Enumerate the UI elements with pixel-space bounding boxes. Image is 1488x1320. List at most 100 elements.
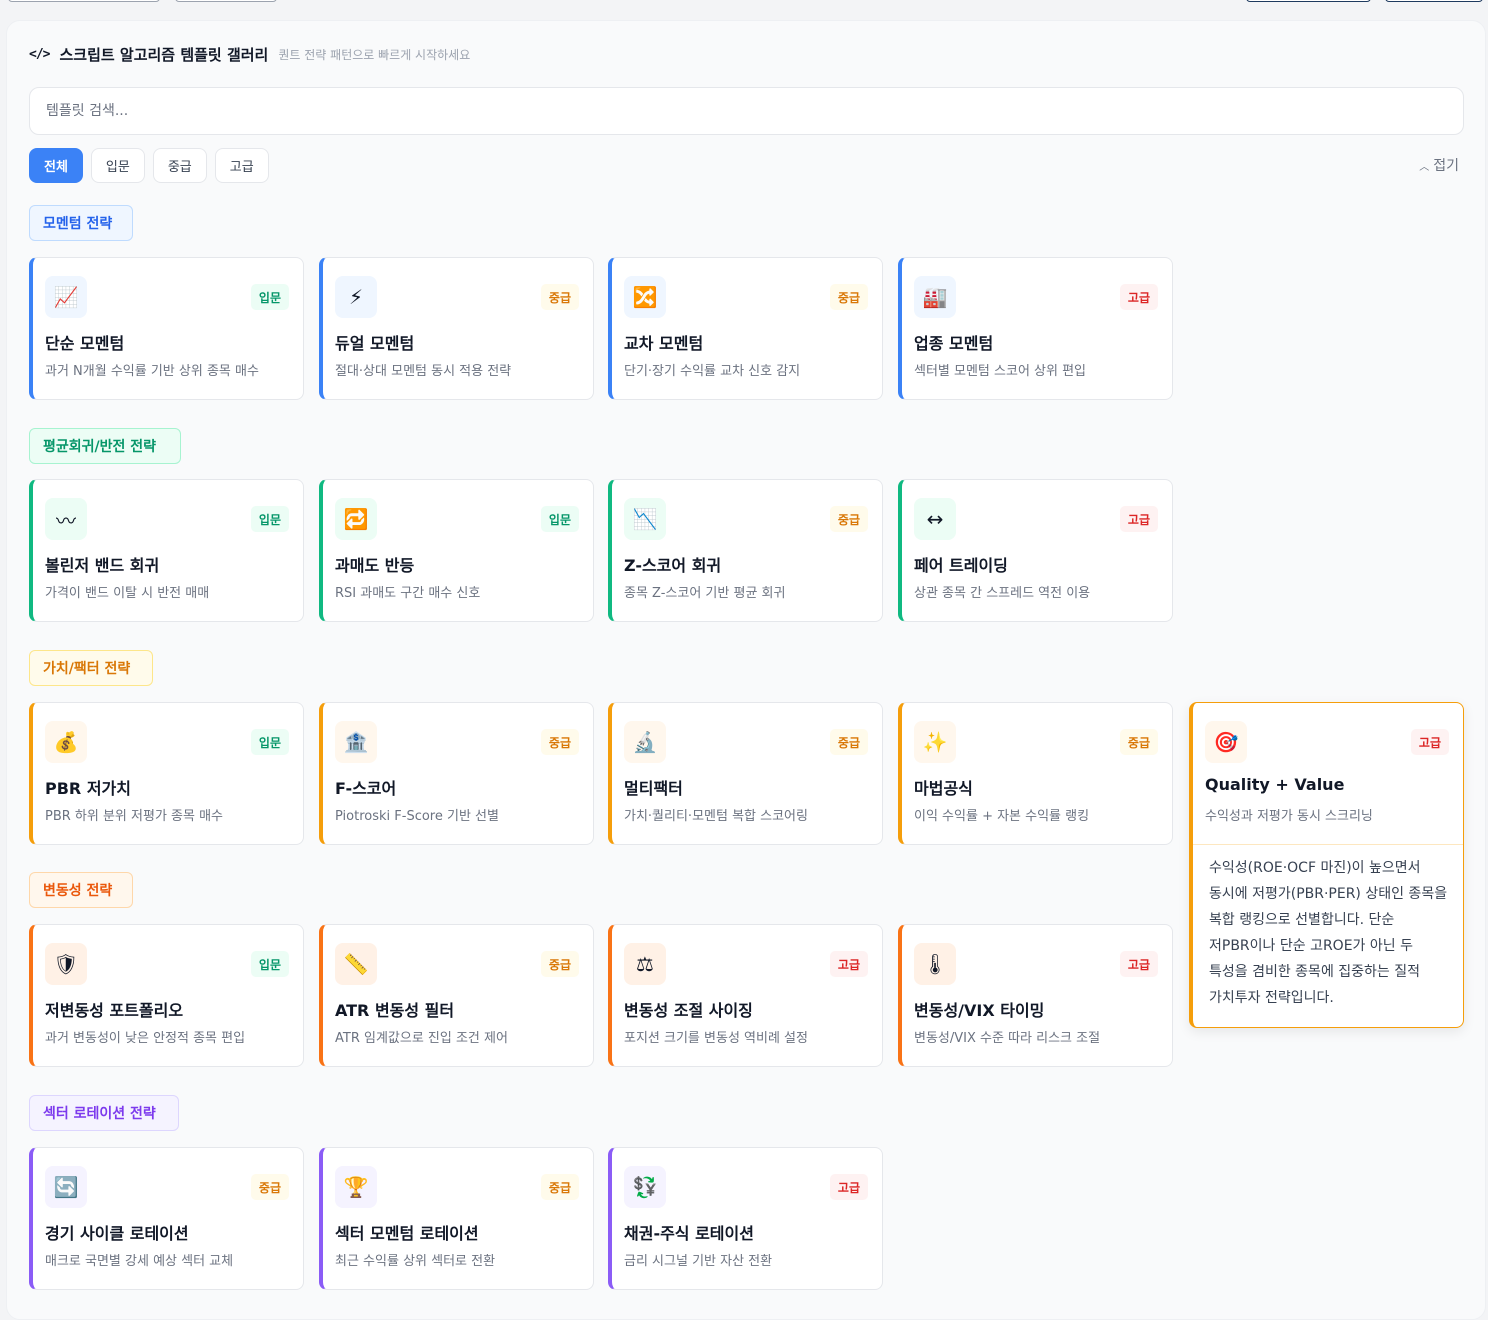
template-name: 단순 모멘텀 [45, 334, 125, 353]
collapse-label: 접기 [1433, 158, 1459, 174]
left-right-arrow-icon: ↔ [914, 498, 956, 540]
chevron-up-icon: ︿ [1419, 161, 1430, 173]
template-desc: 가격이 밴드 이탈 시 반전 매매 [45, 586, 210, 601]
filter-all-button[interactable]: 전체 [29, 148, 83, 183]
level-badge: 입문 [250, 951, 289, 977]
bank-icon: 🏦 [335, 721, 377, 763]
template-card[interactable]: 🔁 입문 과매도 반등 RSI 과매도 구간 매수 신호 [319, 479, 594, 622]
section-title-volatility: 변동성 전략 [29, 872, 133, 908]
template-desc: 포지션 크기를 변동성 역비례 설정 [624, 1031, 808, 1046]
template-name: 교차 모멘텀 [624, 334, 704, 353]
template-desc: RSI 과매도 구간 매수 신호 [335, 586, 481, 601]
level-badge: 입문 [250, 729, 289, 755]
top-stub-right-2 [1385, 0, 1483, 2]
level-badge: 중급 [250, 1174, 289, 1200]
template-name: Quality + Value [1205, 775, 1345, 794]
template-name: 볼린저 밴드 회귀 [45, 556, 160, 575]
gallery-subtitle: 퀀트 전략 패턴으로 빠르게 시작하세요 [278, 47, 471, 62]
cycle-icon: 🔄 [45, 1166, 87, 1208]
shuffle-icon: 🔀 [624, 276, 666, 318]
scales-icon: ⚖ [624, 943, 666, 985]
template-card[interactable]: 🛡 입문 저변동성 포트폴리오 과거 변동성이 낮은 안정적 종목 편입 [29, 924, 304, 1067]
template-desc: Piotroski F-Score 기반 선별 [335, 809, 499, 824]
template-name: 섹터 모멘텀 로테이션 [335, 1224, 479, 1243]
lightning-icon: ⚡ [335, 276, 377, 318]
currency-exchange-icon: 💱 [624, 1166, 666, 1208]
template-name: 경기 사이클 로테이션 [45, 1224, 189, 1243]
template-desc: 매크로 국면별 강세 예상 섹터 교체 [45, 1254, 234, 1269]
level-badge: 고급 [1119, 284, 1158, 310]
level-badge: 중급 [829, 284, 868, 310]
filter-advanced-button[interactable]: 고급 [214, 148, 269, 183]
template-card[interactable]: 📈 입문 단순 모멘텀 과거 N개월 수익률 기반 상위 종목 매수 [29, 257, 304, 400]
factory-icon: 🏭 [914, 276, 956, 318]
template-search-input[interactable] [29, 87, 1464, 135]
template-card[interactable]: 📏 중급 ATR 변동성 필터 ATR 임계값으로 진입 조건 제어 [319, 924, 594, 1067]
target-icon: 🎯 [1205, 721, 1247, 763]
template-card-expanded[interactable]: 🎯 고급 Quality + Value 수익성과 저평가 동시 스크리닝 수익… [1189, 702, 1464, 1028]
microscope-icon: 🔬 [624, 721, 666, 763]
level-badge: 고급 [1119, 951, 1158, 977]
section-title-value-factor: 가치/팩터 전략 [29, 650, 153, 686]
template-card[interactable]: 🌡 고급 변동성/VIX 타이밍 변동성/VIX 수준 따라 리스크 조절 [898, 924, 1173, 1067]
template-desc: 단기·장기 수익률 교차 신호 감지 [624, 364, 801, 379]
template-card[interactable]: 🏦 중급 F-스코어 Piotroski F-Score 기반 선별 [319, 702, 594, 845]
template-name: 페어 트레이딩 [914, 556, 1008, 575]
top-stub-left-2 [175, 0, 277, 2]
filter-beginner-button[interactable]: 입문 [90, 148, 145, 183]
template-card[interactable]: ✨ 중급 마법공식 이익 수익률 + 자본 수익률 랭킹 [898, 702, 1173, 845]
template-gallery-panel: </> 스크립트 알고리즘 템플릿 갤러리 퀀트 전략 패턴으로 빠르게 시작하… [6, 20, 1486, 1320]
template-desc: 절대·상대 모멘텀 동시 적용 전략 [335, 364, 512, 379]
level-badge: 중급 [540, 284, 579, 310]
collapse-button[interactable]: ︿ 접기 [1419, 155, 1459, 175]
section-title-momentum: 모멘텀 전략 [29, 205, 133, 241]
sparkles-icon: ✨ [914, 721, 956, 763]
template-card[interactable]: ↔ 고급 페어 트레이딩 상관 종목 간 스프레드 역전 이용 [898, 479, 1173, 622]
level-badge: 중급 [829, 729, 868, 755]
template-desc: 상관 종목 간 스프레드 역전 이용 [914, 586, 1091, 601]
template-detail: 수익성(ROE·OCF 마진)이 높으면서 동시에 저평가(PBR·PER) 상… [1209, 860, 1448, 1006]
top-stub-left-1 [8, 0, 160, 2]
template-desc: 변동성/VIX 수준 따라 리스크 조절 [914, 1031, 1101, 1046]
template-name: PBR 저가치 [45, 779, 131, 798]
template-desc: ATR 임계값으로 진입 조건 제어 [335, 1031, 508, 1046]
template-desc: 과거 N개월 수익률 기반 상위 종목 매수 [45, 364, 259, 379]
template-name: 변동성 조절 사이징 [624, 1001, 753, 1020]
template-card[interactable]: 🏭 고급 업종 모멘텀 섹터별 모멘텀 스코어 상위 편입 [898, 257, 1173, 400]
template-card[interactable]: ⚡ 중급 듀얼 모멘텀 절대·상대 모멘텀 동시 적용 전략 [319, 257, 594, 400]
template-name: 변동성/VIX 타이밍 [914, 1001, 1045, 1020]
template-card[interactable]: 🔄 중급경기 사이클 로테이션매크로 국면별 강세 예상 섹터 교체 [29, 1147, 304, 1290]
level-badge: 고급 [1410, 729, 1449, 755]
template-desc: 최근 수익률 상위 섹터로 전환 [335, 1254, 496, 1269]
level-badge: 중급 [540, 729, 579, 755]
level-filter-group: 전체 입문 중급 고급 [29, 148, 269, 183]
template-card[interactable]: ⚖ 고급 변동성 조절 사이징 포지션 크기를 변동성 역비례 설정 [608, 924, 883, 1067]
level-badge: 중급 [1119, 729, 1158, 755]
wave-icon: 〰 [45, 498, 87, 540]
gallery-header: </> 스크립트 알고리즘 템플릿 갤러리 퀀트 전략 패턴으로 빠르게 시작하… [29, 43, 470, 65]
gallery-title: 스크립트 알고리즘 템플릿 갤러리 [59, 45, 269, 64]
chart-down-icon: 📉 [624, 498, 666, 540]
template-card[interactable]: 〰 입문볼린저 밴드 회귀가격이 밴드 이탈 시 반전 매매 [29, 479, 304, 622]
section-title-sector-rotation: 섹터 로테이션 전략 [29, 1095, 179, 1131]
template-card[interactable]: 🔬 중급 멀티팩터 가치·퀄리티·모멘텀 복합 스코어링 [608, 702, 883, 845]
template-name: ATR 변동성 필터 [335, 1001, 455, 1020]
template-name: 저변동성 포트폴리오 [45, 1001, 184, 1020]
template-card[interactable]: 🏆 중급섹터 모멘텀 로테이션최근 수익률 상위 섹터로 전환 [319, 1147, 594, 1290]
template-desc: 과거 변동성이 낮은 안정적 종목 편입 [45, 1031, 246, 1046]
level-badge: 입문 [250, 506, 289, 532]
template-card[interactable]: 💰 입문 PBR 저가치 PBR 하위 분위 저평가 종목 매수 [29, 702, 304, 845]
card-divider [1193, 844, 1463, 845]
template-name: 멀티팩터 [624, 779, 683, 798]
template-name: F-스코어 [335, 779, 397, 798]
filter-intermediate-button[interactable]: 중급 [152, 148, 207, 183]
template-card[interactable]: 🔀 중급교차 모멘텀단기·장기 수익률 교차 신호 감지 [608, 257, 883, 400]
template-desc: 수익성과 저평가 동시 스크리닝 [1205, 809, 1373, 824]
code-icon: </> [29, 46, 51, 62]
level-badge: 중급 [540, 1174, 579, 1200]
level-badge: 입문 [540, 506, 579, 532]
section-title-mean-reversion: 평균회귀/반전 전략 [29, 428, 181, 464]
template-card[interactable]: 💱 고급 채권-주식 로테이션 금리 시그널 기반 자산 전환 [608, 1147, 883, 1290]
trophy-icon: 🏆 [335, 1166, 377, 1208]
template-card[interactable]: 📉 중급 Z-스코어 회귀 종목 Z-스코어 기반 평균 회귀 [608, 479, 883, 622]
